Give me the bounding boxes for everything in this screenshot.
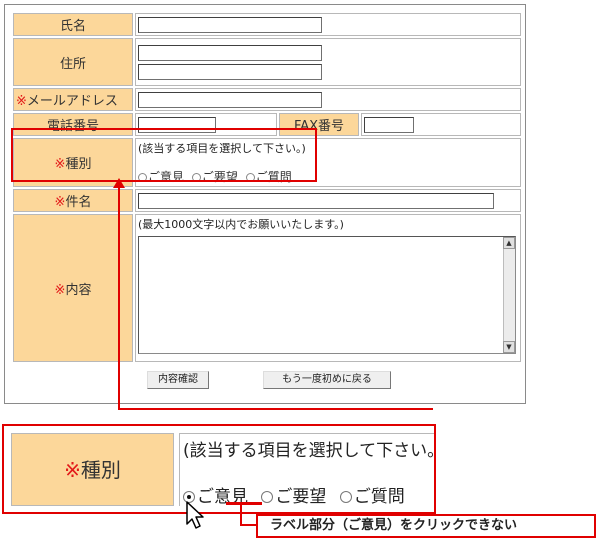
zoomed-radio-question-label: ご質問 (353, 487, 405, 507)
connector-line-horizontal (118, 408, 433, 410)
scroll-up-icon[interactable]: ▲ (503, 237, 515, 249)
callout-connector-vertical (240, 505, 242, 525)
fax-input[interactable] (364, 116, 414, 133)
content-cell: (最大1000文字以内でお願いいたします。) ▲ ▼ (135, 214, 521, 362)
reset-button[interactable]: もう一度初めに戻る (263, 371, 391, 389)
content-textarea[interactable]: ▲ ▼ (138, 236, 516, 354)
email-label: ※メールアドレス (13, 88, 133, 111)
name-label: 氏名 (13, 13, 133, 36)
label-underline (226, 502, 262, 505)
name-cell (135, 13, 521, 36)
content-label: ※内容 (13, 214, 133, 362)
address-label: 住所 (13, 38, 133, 86)
address-input-2[interactable] (138, 63, 322, 80)
subject-cell (135, 189, 521, 212)
type-row-highlight (11, 128, 317, 182)
textarea-scrollbar[interactable]: ▲ ▼ (503, 237, 515, 353)
zoomed-radio-question[interactable] (339, 491, 352, 503)
zoomed-type-note: (該当する項目を選択して下さい。 (183, 441, 436, 461)
content-note: (最大1000文字以内でお願いいたします。) (138, 218, 344, 231)
mouse-cursor-icon (186, 501, 204, 529)
zoomed-radio-request-label: ご要望 (275, 487, 327, 507)
confirm-button[interactable]: 内容確認 (147, 371, 209, 389)
zoomed-type-row: ※種別 (該当する項目を選択して下さい。 ご意見 ご要望 ご質問 (2, 424, 436, 514)
callout-connector-horizontal (240, 524, 256, 526)
scroll-down-icon[interactable]: ▼ (503, 341, 515, 353)
name-input[interactable] (138, 16, 322, 33)
subject-label: ※件名 (13, 189, 133, 212)
callout-note: ラベル部分（ご意見）をクリックできない (256, 514, 596, 538)
contact-form-panel: 氏名 住所 ※メールアドレス 電話番号 FAX番号 ※種別 (該当する項目を選択… (4, 4, 526, 404)
connector-line (118, 184, 120, 410)
address-cell (135, 38, 521, 86)
fax-cell (361, 113, 521, 136)
zoomed-type-cell: (該当する項目を選択して下さい。 ご意見 ご要望 ご質問 (179, 433, 436, 507)
zoomed-radio-group: ご意見 ご要望 ご質問 (183, 482, 405, 507)
email-cell (135, 88, 521, 111)
email-input[interactable] (138, 91, 322, 108)
contact-form-table: 氏名 住所 ※メールアドレス 電話番号 FAX番号 ※種別 (該当する項目を選択… (11, 11, 523, 364)
zoomed-type-label: ※種別 (11, 433, 174, 506)
address-input-1[interactable] (138, 44, 322, 61)
subject-input[interactable] (138, 192, 494, 209)
zoomed-radio-request[interactable] (261, 491, 274, 503)
